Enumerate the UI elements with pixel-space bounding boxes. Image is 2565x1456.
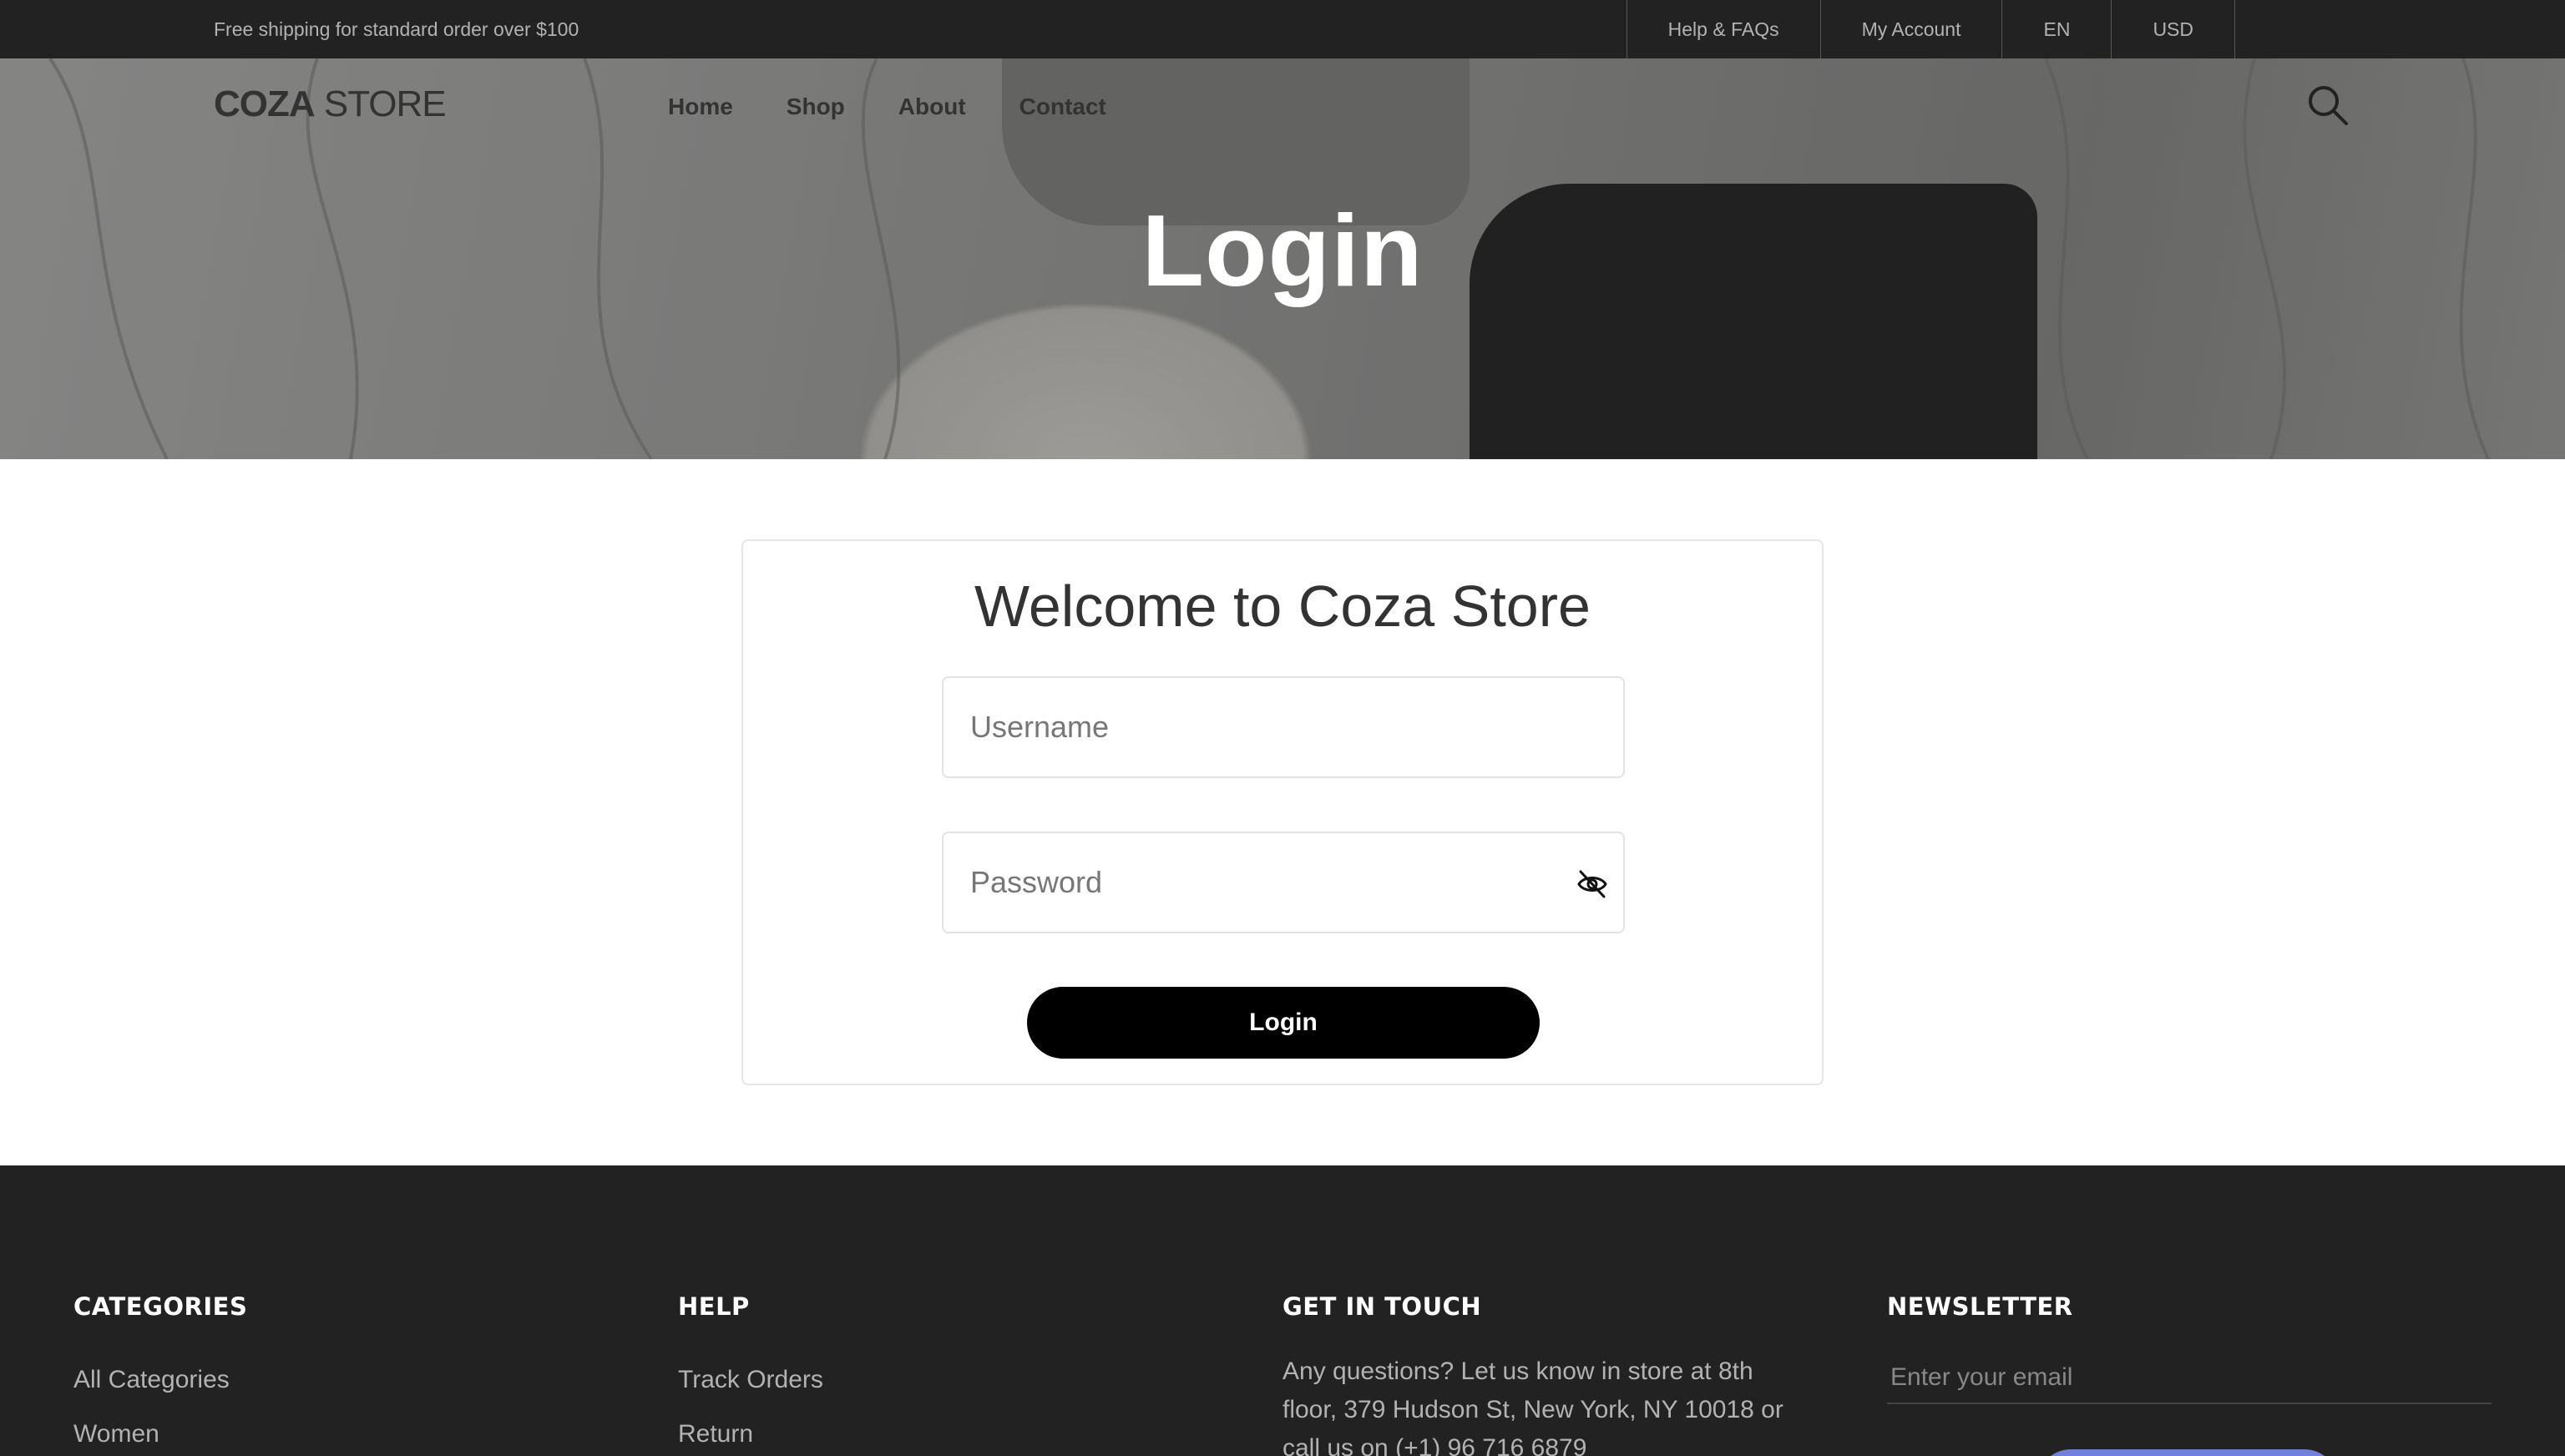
top-bar-links: Help & FAQs My Account EN USD (1626, 0, 2235, 58)
main-nav: Home Shop About Contact (668, 94, 1106, 120)
shipping-notice: Free shipping for standard order over $1… (214, 18, 579, 40)
footer-contact-text: Any questions? Let us know in store at 8… (1282, 1357, 1783, 1456)
username-input[interactable] (944, 678, 1623, 776)
footer-help: HELP Track Orders Return (678, 1292, 823, 1456)
welcome-heading: Welcome to Coza Store (974, 574, 1591, 639)
footer-help-title: HELP (678, 1292, 750, 1321)
nav-about[interactable]: About (898, 94, 966, 120)
page-title: Login (1141, 194, 1424, 307)
footer-link-track-orders[interactable]: Track Orders (678, 1352, 823, 1407)
footer-newsletter: NEWSLETTER (1887, 1292, 2492, 1456)
eye-slash-icon[interactable] (1576, 868, 1608, 900)
newsletter-email-input[interactable] (1887, 1352, 2492, 1404)
footer: CATEGORIES All Categories Women HELP Tra… (0, 1165, 2565, 1456)
username-field-wrapper (942, 676, 1625, 778)
login-card: Welcome to Coza Store Login (741, 539, 1824, 1085)
top-bar: Free shipping for standard order over $1… (0, 0, 2565, 58)
footer-contact-title: GET IN TOUCH (1282, 1292, 1482, 1321)
subscribe-button[interactable] (2037, 1449, 2338, 1456)
footer-link-return[interactable]: Return (678, 1407, 823, 1456)
footer-categories-title: CATEGORIES (73, 1292, 248, 1321)
nav-shop[interactable]: Shop (787, 94, 845, 120)
my-account-link[interactable]: My Account (1821, 0, 2003, 58)
currency-selector[interactable]: USD (2112, 0, 2235, 58)
help-faqs-link[interactable]: Help & FAQs (1627, 0, 1821, 58)
nav-contact[interactable]: Contact (1019, 94, 1106, 120)
footer-categories: CATEGORIES All Categories Women (73, 1292, 247, 1456)
footer-newsletter-title: NEWSLETTER (1887, 1292, 2073, 1321)
nav-home[interactable]: Home (668, 94, 733, 120)
store-logo[interactable]: COZA STORE (214, 83, 447, 125)
footer-link-women[interactable]: Women (73, 1407, 247, 1456)
login-button[interactable]: Login (1027, 987, 1540, 1059)
password-field-wrapper (942, 832, 1625, 933)
language-selector[interactable]: EN (2002, 0, 2112, 58)
password-input[interactable] (944, 833, 1623, 932)
search-icon[interactable] (2306, 83, 2350, 127)
footer-contact: GET IN TOUCH Any questions? Let us know … (1282, 1292, 1800, 1456)
footer-link-all-categories[interactable]: All Categories (73, 1352, 247, 1407)
